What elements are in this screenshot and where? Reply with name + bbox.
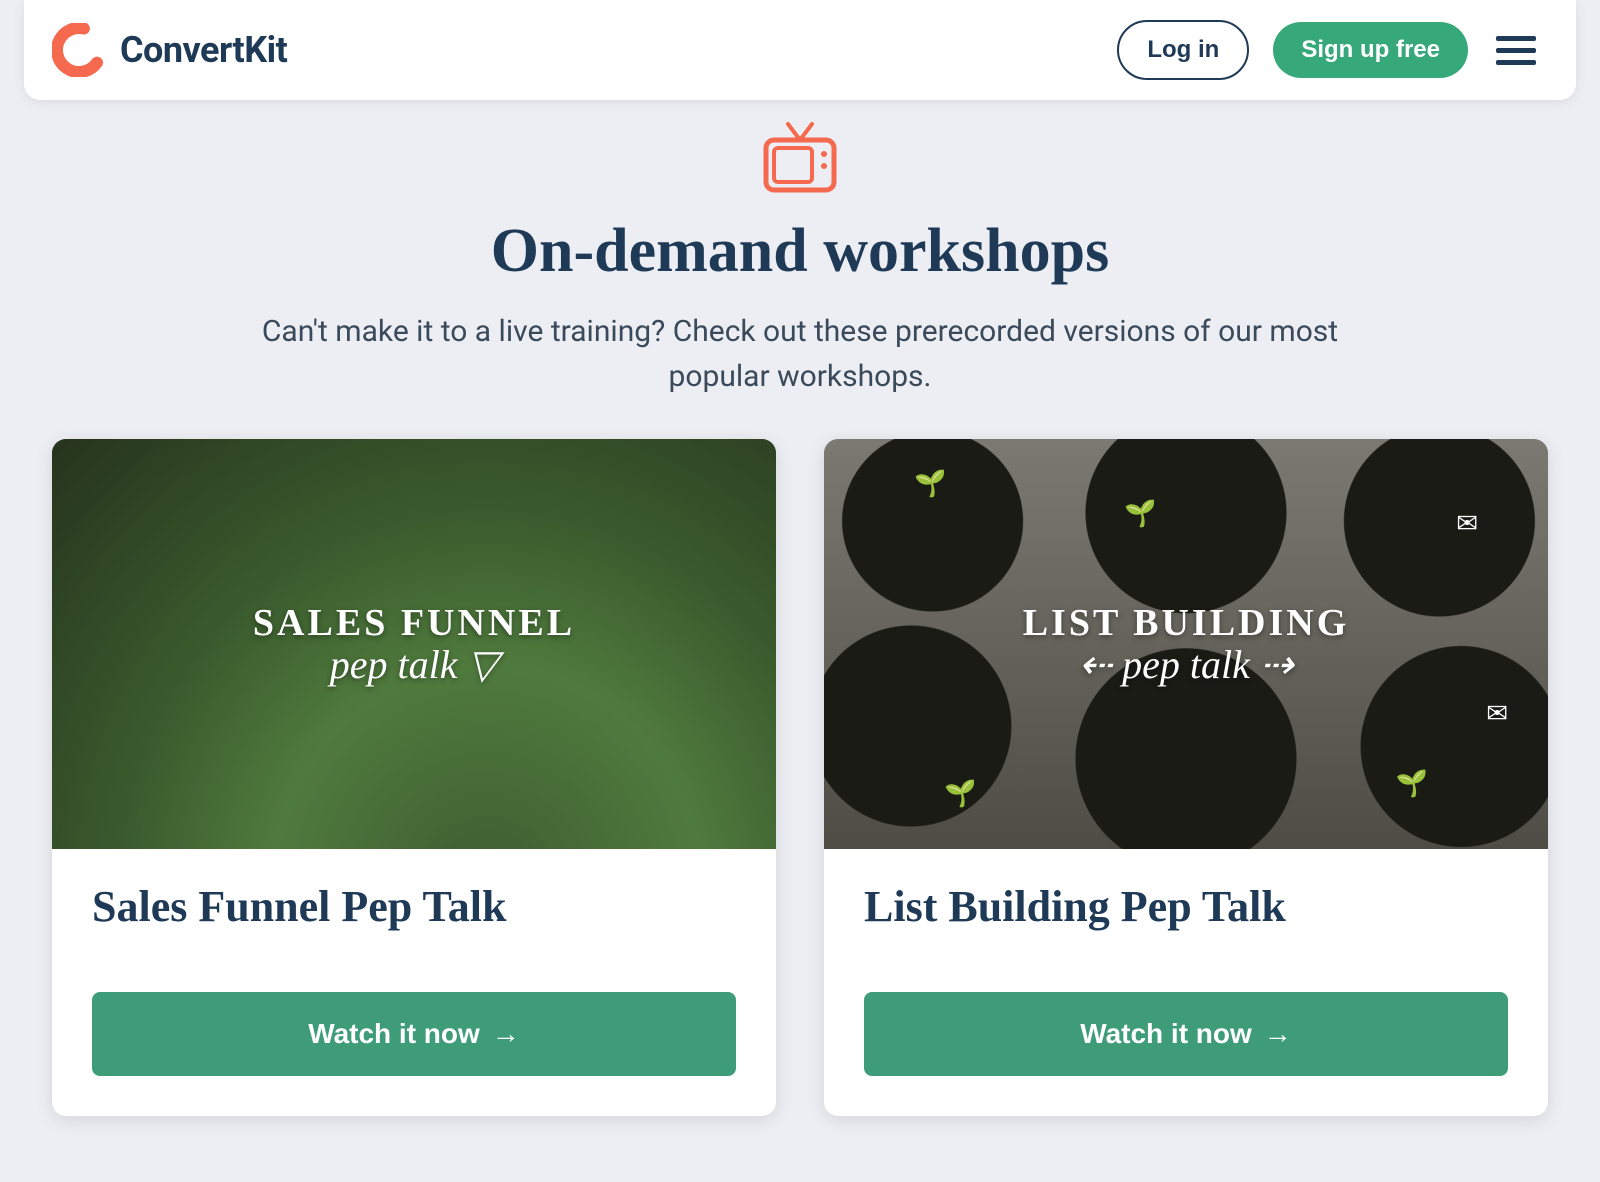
envelope-icon: ✉ xyxy=(1486,699,1508,729)
sprout-icon: 🌱 xyxy=(944,779,976,809)
brand-logo-icon xyxy=(52,23,106,77)
card-image-overlay: LIST BUILDING ⇠ pep talk ⇢ xyxy=(1023,601,1350,688)
navbar: ConvertKit Log in Sign up free xyxy=(24,0,1576,100)
sprout-icon: 🌱 xyxy=(1396,769,1428,799)
signup-button[interactable]: Sign up free xyxy=(1273,22,1468,78)
card-image-sales-funnel: SALES FUNNEL pep talk ▽ xyxy=(52,439,776,849)
sprout-icon: 🌱 xyxy=(1124,499,1156,529)
overlay-line1: SALES FUNNEL xyxy=(253,601,575,645)
watch-now-button[interactable]: Watch it now → xyxy=(92,992,736,1076)
page-title: On-demand workshops xyxy=(60,216,1540,287)
workshop-card: 🌱 🌱 🌱 🌱 ✉ ✉ LIST BUILDING ⇠ pep talk ⇢ L… xyxy=(824,439,1548,1116)
hero: On-demand workshops Can't make it to a l… xyxy=(0,100,1600,439)
page-subtitle: Can't make it to a live training? Check … xyxy=(250,309,1350,399)
workshop-card: SALES FUNNEL pep talk ▽ Sales Funnel Pep… xyxy=(52,439,776,1116)
workshop-cards: SALES FUNNEL pep talk ▽ Sales Funnel Pep… xyxy=(0,439,1600,1116)
arrow-right-icon: → xyxy=(492,1020,520,1048)
overlay-line2: pep talk ▽ xyxy=(253,641,575,688)
overlay-line1: LIST BUILDING xyxy=(1023,601,1350,645)
envelope-icon: ✉ xyxy=(1456,509,1478,539)
card-title: Sales Funnel Pep Talk xyxy=(92,881,736,932)
nav-right: Log in Sign up free xyxy=(1117,20,1540,80)
login-button[interactable]: Log in xyxy=(1117,20,1249,80)
sprout-icon: 🌱 xyxy=(914,469,946,499)
watch-now-label: Watch it now xyxy=(1080,1018,1252,1050)
tv-icon xyxy=(758,120,842,198)
brand-name: ConvertKit xyxy=(120,29,287,71)
watch-now-button[interactable]: Watch it now → xyxy=(864,992,1508,1076)
card-title: List Building Pep Talk xyxy=(864,881,1508,932)
hamburger-menu-icon[interactable] xyxy=(1492,32,1540,69)
card-image-list-building: 🌱 🌱 🌱 🌱 ✉ ✉ LIST BUILDING ⇠ pep talk ⇢ xyxy=(824,439,1548,849)
card-body: Sales Funnel Pep Talk Watch it now → xyxy=(52,849,776,1116)
card-body: List Building Pep Talk Watch it now → xyxy=(824,849,1548,1116)
arrow-right-icon: → xyxy=(1264,1020,1292,1048)
brand[interactable]: ConvertKit xyxy=(52,23,287,77)
overlay-line2: ⇠ pep talk ⇢ xyxy=(1023,641,1350,688)
card-image-overlay: SALES FUNNEL pep talk ▽ xyxy=(253,601,575,688)
watch-now-label: Watch it now xyxy=(308,1018,480,1050)
